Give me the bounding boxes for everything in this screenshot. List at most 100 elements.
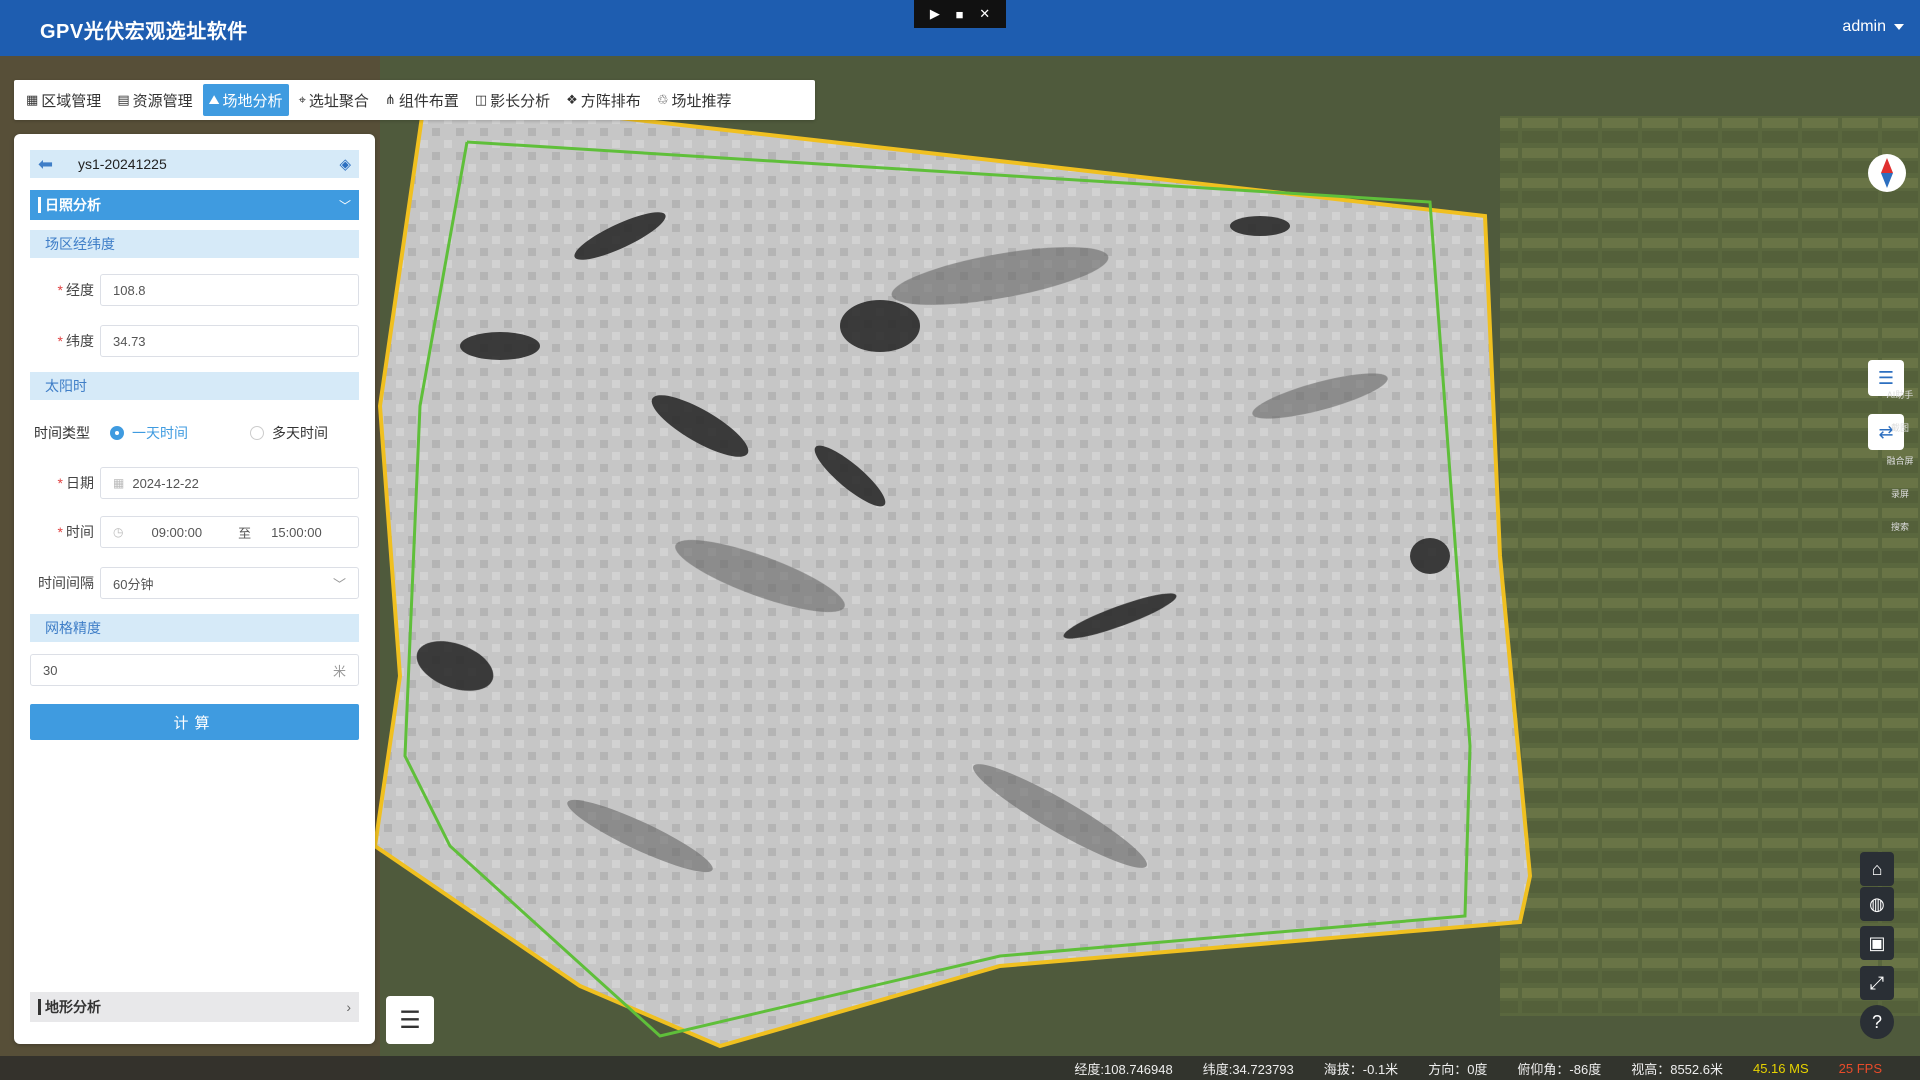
chevron-down-icon: ﹀ <box>332 576 346 592</box>
latitude-label: * 纬度 <box>57 333 94 349</box>
grid-precision-input[interactable]: 30 米 <box>30 654 359 686</box>
tab-label: 选址聚合 <box>308 92 369 110</box>
screenshot-tool[interactable]: 截图 <box>1884 421 1916 434</box>
layer-thumbnail-icon[interactable]: ▣ <box>1860 926 1894 960</box>
tab-site-aggregation[interactable]: ⌖ 选址聚合 <box>293 84 375 116</box>
menu-icon: ☰ <box>399 1006 421 1034</box>
tab-label: 影长分析 <box>490 92 551 110</box>
longitude-input[interactable]: 108.8 <box>100 274 359 306</box>
coords-subheader: 场区经纬度 <box>30 230 359 258</box>
menu-toggle-button[interactable]: ☰ <box>386 996 434 1044</box>
tab-shadow-analysis[interactable]: ◫ 影长分析 <box>469 84 556 116</box>
latitude-row: * 纬度 34.73 <box>30 325 359 357</box>
record-screen-tool[interactable]: 录屏 <box>1884 487 1916 500</box>
tab-label: 场址推荐 <box>671 92 732 110</box>
layers-icon[interactable]: ◈ <box>339 155 351 173</box>
home-icon[interactable]: ⌂ <box>1860 852 1894 886</box>
status-pitch: 俯仰角：-86度 <box>1517 1061 1602 1077</box>
radio-label: 多天时间 <box>272 425 328 441</box>
fusion-screen-tool[interactable]: 融合屏 <box>1884 454 1916 467</box>
interval-select[interactable]: 60分钟 ﹀ <box>100 567 359 599</box>
time-range-picker[interactable]: ◷ 09:00:00 至 15:00:00 <box>100 516 359 548</box>
compass-icon[interactable] <box>1868 154 1906 192</box>
status-fps: 25 FPS <box>1838 1060 1882 1076</box>
status-bar: 经度:108.746948 纬度:34.723793 海拔：-0.1米 方向：0… <box>0 1056 1920 1080</box>
tab-label: 方阵排布 <box>580 92 641 110</box>
longitude-row: * 经度 108.8 <box>30 274 359 306</box>
time-type-label: 时间类型 <box>34 425 90 441</box>
project-bar: ⬅ ys1-20241225 ◈ <box>30 150 359 178</box>
calendar-icon: ▦ <box>113 476 125 490</box>
date-picker[interactable]: ▦ 2024-12-22 <box>100 467 359 499</box>
mountain-icon: ⛰ <box>208 92 220 107</box>
calculate-button[interactable]: 计算 <box>30 704 359 740</box>
longitude-label: * 经度 <box>57 282 94 298</box>
interval-row: 时间间隔 60分钟 ﹀ <box>30 567 359 599</box>
app-title: GPV光伏宏观选址软件 <box>40 21 248 43</box>
tab-region-management[interactable]: ▦ 区域管理 <box>20 84 107 116</box>
window-controls: ▶ ■ ✕ <box>914 0 1006 28</box>
tab-label: 场地分析 <box>222 92 283 110</box>
section-title: 地形分析 <box>45 999 101 1015</box>
unit-suffix: 米 <box>332 663 346 679</box>
tab-site-analysis[interactable]: ⛰ 场地分析 <box>202 84 289 116</box>
latitude-input[interactable]: 34.73 <box>100 325 359 357</box>
time-end: 15:00:00 <box>271 524 322 540</box>
play-icon[interactable]: ▶ <box>930 6 940 22</box>
status-longitude: 经度:108.746948 <box>1074 1061 1173 1077</box>
terrain-analysis-header[interactable]: 地形分析 › <box>30 992 359 1022</box>
section-bar <box>38 999 41 1015</box>
interval-label: 时间间隔 <box>38 575 94 591</box>
sunshine-analysis-header[interactable]: 日照分析 ﹀ <box>30 190 359 220</box>
analysis-panel: ⬅ ys1-20241225 ◈ 日照分析 ﹀ 场区经纬度 * 经度 108.8 … <box>14 134 375 1044</box>
fullscreen-icon[interactable]: ⤢ <box>1860 966 1894 1000</box>
tab-label: 资源管理 <box>132 92 193 110</box>
nodes-icon: ⋔ <box>384 92 396 107</box>
chevron-down-icon: ﹀ <box>338 198 351 213</box>
main-toolbar: ▦ 区域管理 ▤ 资源管理 ⛰ 场地分析 ⌖ 选址聚合 ⋔ 组件布置 ◫ 影长分析 ❖ 方阵排… <box>14 80 815 120</box>
tab-site-recommendation[interactable]: ♲ 场址推荐 <box>651 84 738 116</box>
tab-label: 组件布置 <box>398 92 459 110</box>
time-type-row: 时间类型 一天时间 多天时间 <box>34 422 328 444</box>
section-bar <box>38 197 41 213</box>
status-frame-ms: 45.16 MS <box>1752 1060 1809 1076</box>
user-menu[interactable]: admin <box>1842 18 1904 36</box>
map-icon: ▦ <box>26 92 39 107</box>
back-icon[interactable]: ⬅ <box>38 154 78 175</box>
tab-resource-management[interactable]: ▤ 资源管理 <box>111 84 198 116</box>
radio-label: 一天时间 <box>132 425 188 441</box>
help-icon[interactable]: ? <box>1860 1005 1894 1039</box>
status-latitude: 纬度:34.723793 <box>1202 1061 1294 1077</box>
ai-assistant-tool[interactable]: AI助手 <box>1884 388 1916 401</box>
tab-array-arrangement[interactable]: ❖ 方阵排布 <box>560 84 647 116</box>
grid-subheader: 网格精度 <box>30 614 359 642</box>
solar-time-subheader: 太阳时 <box>30 372 359 400</box>
shadow-icon: ◫ <box>474 92 488 107</box>
search-tool[interactable]: 搜索 <box>1884 520 1916 533</box>
caret-down-icon <box>1894 24 1904 30</box>
section-title: 日照分析 <box>45 197 101 213</box>
project-name: ys1-20241225 <box>78 156 167 172</box>
globe-icon[interactable]: ◍ <box>1860 887 1894 921</box>
print-icon: ▤ <box>117 92 130 107</box>
close-icon[interactable]: ✕ <box>979 6 990 22</box>
tab-component-layout[interactable]: ⋔ 组件布置 <box>379 84 465 116</box>
time-separator: 至 <box>238 525 252 541</box>
recommend-icon: ♲ <box>656 92 669 107</box>
array-icon: ❖ <box>566 92 578 107</box>
location-pin-icon: ⌖ <box>298 92 306 107</box>
stop-icon[interactable]: ■ <box>956 7 964 22</box>
radio-multi-day[interactable]: 多天时间 <box>250 423 328 443</box>
chevron-right-icon: › <box>346 999 351 1015</box>
date-row: * 日期 ▦ 2024-12-22 <box>30 467 359 499</box>
time-label: * 时间 <box>57 524 94 540</box>
mini-tool-column: AI助手 截图 融合屏 录屏 搜索 <box>1884 388 1916 553</box>
radio-one-day[interactable]: 一天时间 <box>110 423 188 443</box>
username: admin <box>1842 18 1886 35</box>
tab-label: 区域管理 <box>41 92 102 110</box>
date-label: * 日期 <box>57 475 94 491</box>
status-view-height: 视高：8552.6米 <box>1631 1061 1723 1077</box>
status-heading: 方向：0度 <box>1428 1061 1488 1077</box>
status-altitude: 海拔：-0.1米 <box>1323 1061 1399 1077</box>
time-start: 09:00:00 <box>151 524 203 540</box>
